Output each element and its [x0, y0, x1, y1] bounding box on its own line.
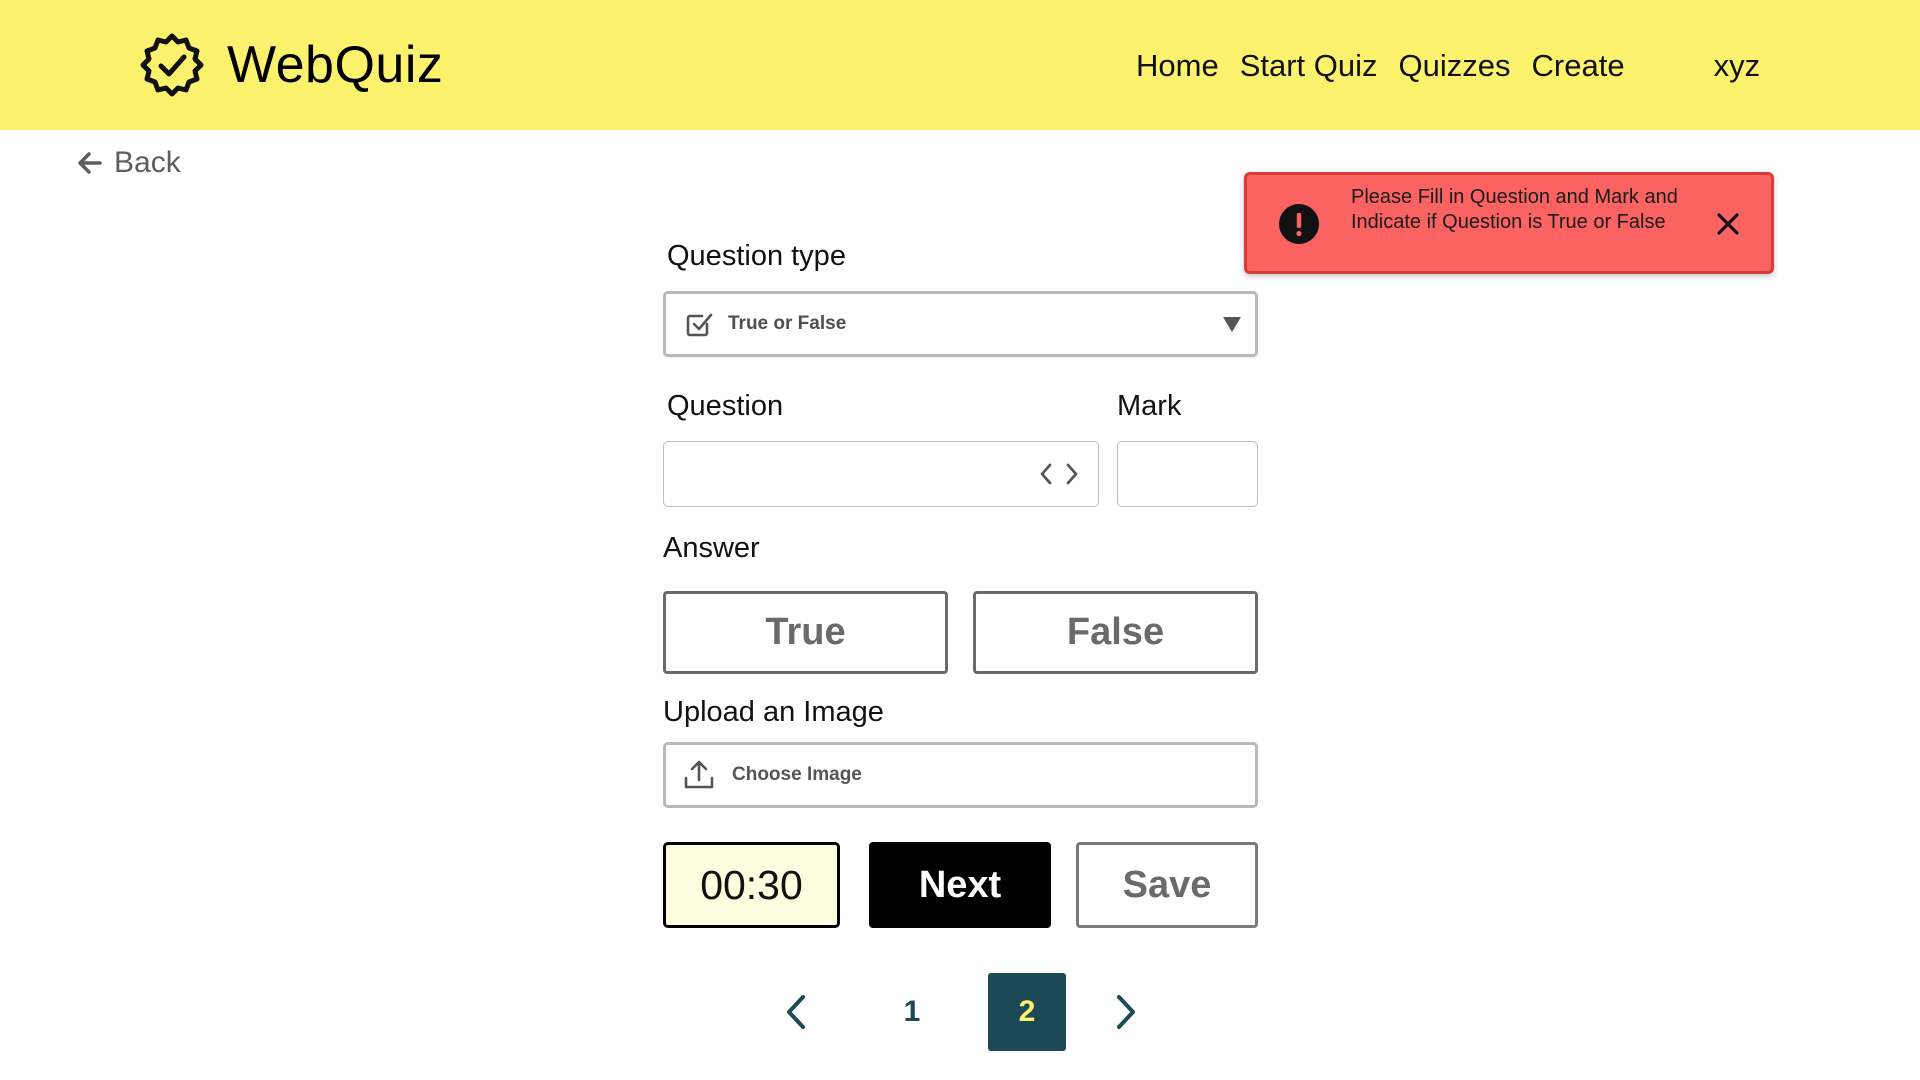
upload-label: Upload an Image [663, 696, 884, 728]
choose-image-label: Choose Image [732, 764, 862, 785]
brand[interactable]: WebQuiz [137, 30, 443, 100]
choose-image-button[interactable]: Choose Image [663, 742, 1258, 808]
back-link[interactable]: Back [76, 146, 181, 180]
save-button[interactable]: Save [1076, 842, 1258, 928]
timer-display[interactable]: 00:30 [663, 842, 840, 928]
main-nav: Home Start Quiz Quizzes Create xyz [1136, 44, 1760, 88]
back-label: Back [114, 146, 181, 179]
mark-label: Mark [1117, 390, 1182, 422]
arrow-left-icon [78, 152, 102, 174]
error-icon [1279, 204, 1319, 244]
chevron-right-icon[interactable] [1112, 993, 1140, 1031]
nav-quizzes[interactable]: Quizzes [1399, 48, 1511, 84]
close-icon[interactable] [1713, 209, 1743, 239]
code-icon[interactable] [1038, 461, 1080, 487]
chevron-down-icon [1223, 317, 1241, 332]
app-name: WebQuiz [227, 36, 444, 94]
user-menu[interactable]: xyz [1714, 48, 1761, 84]
question-type-label: Question type [667, 240, 846, 272]
checkbox-icon [686, 313, 713, 337]
nav-home[interactable]: Home [1136, 48, 1219, 84]
question-type-select[interactable]: True or False [663, 291, 1258, 357]
header-bar: WebQuiz Home Start Quiz Quizzes Create x… [0, 0, 1920, 130]
upload-icon [684, 760, 714, 789]
question-label: Question [667, 390, 784, 422]
error-toast: Please Fill in Question and Mark and Ind… [1244, 172, 1774, 274]
answer-label: Answer [663, 532, 760, 564]
mark-input[interactable] [1117, 441, 1258, 507]
chevron-left-icon[interactable] [782, 993, 810, 1031]
page-2[interactable]: 2 [988, 973, 1066, 1051]
next-button[interactable]: Next [869, 842, 1051, 928]
question-type-value: True or False [728, 313, 847, 334]
gear-check-icon [140, 33, 204, 97]
toast-message: Please Fill in Question and Mark and Ind… [1351, 186, 1678, 233]
nav-create[interactable]: Create [1532, 48, 1625, 84]
true-button[interactable]: True [663, 591, 948, 674]
nav-start-quiz[interactable]: Start Quiz [1240, 48, 1378, 84]
page-1[interactable]: 1 [873, 973, 951, 1051]
false-button[interactable]: False [973, 591, 1258, 674]
question-input[interactable] [663, 441, 1099, 507]
